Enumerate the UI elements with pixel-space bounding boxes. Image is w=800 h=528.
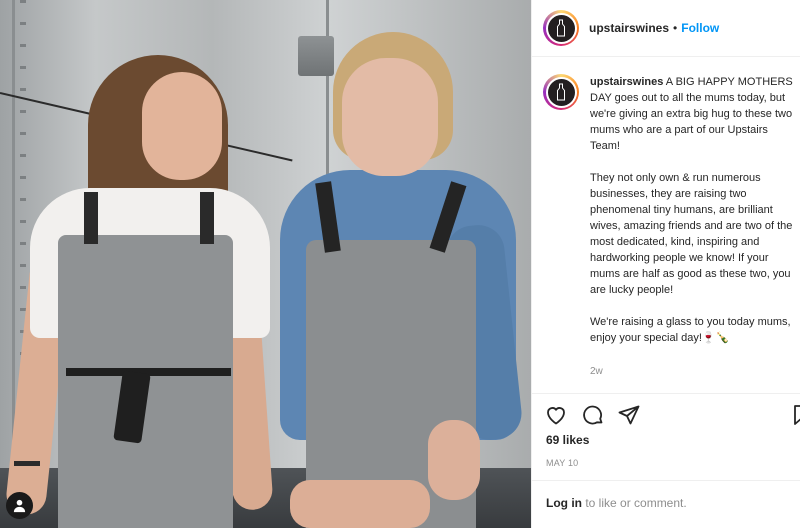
apron-strap [200, 192, 214, 244]
caption-text: upstairswines A BIG HAPPY MOTHERS DAY go… [590, 74, 800, 393]
caption-avatar[interactable] [543, 74, 579, 110]
post-age[interactable]: 2w [590, 366, 603, 377]
login-link[interactable]: Log in [546, 496, 582, 510]
wristband [14, 461, 40, 466]
post-date[interactable]: MAY 10 [546, 458, 578, 468]
post-photo[interactable] [0, 0, 531, 528]
trailer-latch [298, 36, 334, 76]
paper-plane-icon[interactable] [617, 403, 641, 427]
caption-section: upstairswines A BIG HAPPY MOTHERS DAY go… [532, 58, 800, 394]
woman-right-hands [290, 480, 430, 528]
username-link[interactable]: upstairswines [589, 21, 669, 35]
follow-button[interactable]: Follow [681, 21, 719, 35]
woman-right-face [342, 58, 438, 176]
heart-icon[interactable] [544, 403, 568, 427]
post-sidebar: upstairswines • Follow upstairswines A B… [531, 0, 800, 528]
apron-strap [84, 192, 98, 244]
bookmark-icon[interactable] [790, 403, 800, 427]
post-header: upstairswines • Follow [532, 0, 800, 57]
avatar[interactable] [543, 10, 579, 46]
wine-bottle-logo-icon [547, 78, 575, 106]
woman-right-hand [428, 420, 480, 500]
likes-count[interactable]: 69 likes [546, 433, 589, 447]
login-prompt: Log in to like or comment. [532, 480, 800, 528]
caption-body: A BIG HAPPY MOTHERS DAY goes out to all … [590, 76, 793, 344]
wine-bottle-logo-icon [547, 14, 575, 42]
woman-left-face [142, 72, 222, 180]
action-bar [532, 400, 800, 430]
user-tag-icon[interactable] [6, 492, 33, 519]
comment-icon[interactable] [581, 403, 605, 427]
caption-username[interactable]: upstairswines [590, 76, 663, 88]
separator-dot: • [673, 21, 678, 35]
login-prompt-text: to like or comment. [582, 496, 687, 510]
